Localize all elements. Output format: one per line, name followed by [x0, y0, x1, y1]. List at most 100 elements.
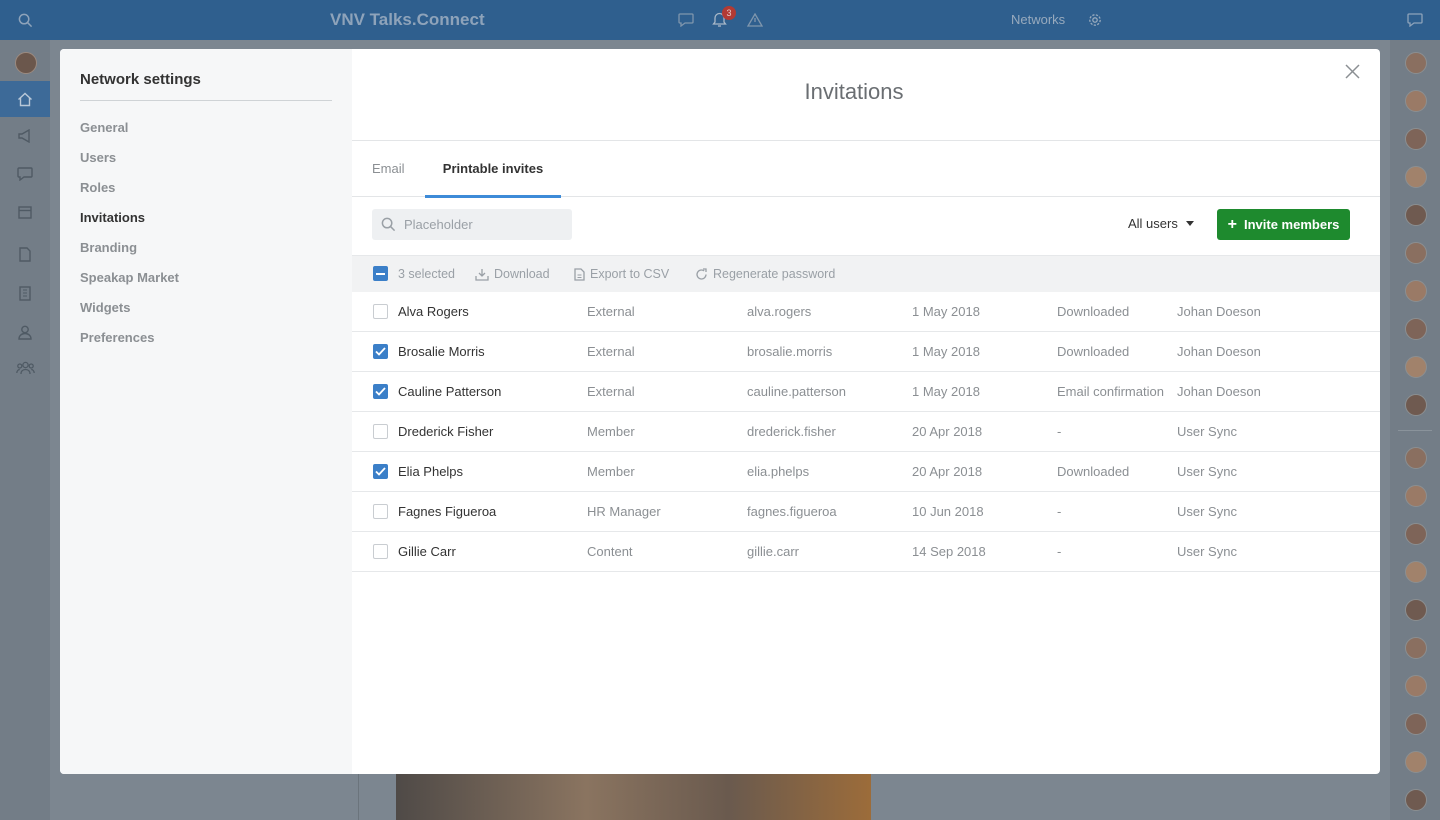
sidebar-item-widgets[interactable]: Widgets: [80, 299, 179, 329]
contact-avatar[interactable]: [1405, 52, 1427, 74]
cell-invited-by: User Sync: [1177, 544, 1237, 559]
contact-avatar[interactable]: [1405, 523, 1427, 545]
row-checkbox[interactable]: [373, 424, 388, 439]
tab-printable-invites[interactable]: Printable invites: [425, 141, 561, 198]
sidebar-item-general[interactable]: General: [80, 119, 179, 149]
row-checkbox[interactable]: [373, 504, 388, 519]
alerts-button[interactable]: [746, 11, 764, 29]
contact-avatar[interactable]: [1405, 356, 1427, 378]
contact-avatar[interactable]: [1405, 713, 1427, 735]
row-checkbox[interactable]: [373, 384, 388, 399]
table-row[interactable]: Drederick Fisher Member drederick.fisher…: [352, 412, 1380, 452]
contact-avatar[interactable]: [1405, 485, 1427, 507]
rail-documents[interactable]: [0, 236, 50, 272]
sidebar-item-invitations[interactable]: Invitations: [80, 209, 179, 239]
file-icon: [574, 267, 585, 281]
contact-avatar[interactable]: [1405, 242, 1427, 264]
page-title: Invitations: [804, 79, 904, 104]
contact-avatar[interactable]: [1405, 447, 1427, 469]
settings-content: Invitations Email Printable invites All …: [352, 49, 1380, 774]
contact-avatar[interactable]: [1405, 166, 1427, 188]
table-row[interactable]: Cauline Patterson External cauline.patte…: [352, 372, 1380, 412]
sidebar-item-speakap-market[interactable]: Speakap Market: [80, 269, 179, 299]
feed-column-divider: [358, 774, 359, 820]
rail-profile[interactable]: [0, 314, 50, 350]
user-filter-dropdown[interactable]: All users: [1128, 216, 1194, 231]
cell-username: brosalie.morris: [747, 344, 833, 359]
left-navigation-rail: [0, 40, 50, 820]
networks-link[interactable]: Networks: [1011, 12, 1065, 27]
row-checkbox[interactable]: [373, 544, 388, 559]
cell-username: alva.rogers: [747, 304, 812, 319]
table-row[interactable]: Brosalie Morris External brosalie.morris…: [352, 332, 1380, 372]
download-button[interactable]: Download: [475, 267, 550, 281]
cell-invited-by: Johan Doeson: [1177, 304, 1261, 319]
tab-email[interactable]: Email: [372, 141, 405, 196]
row-checkbox[interactable]: [373, 344, 388, 359]
cell-date: 1 May 2018: [912, 344, 980, 359]
contact-avatar[interactable]: [1405, 789, 1427, 811]
rail-announcements[interactable]: [0, 118, 50, 154]
app-title: VNV Talks.Connect: [330, 10, 485, 29]
settings-nav: General Users Roles Invitations Branding…: [80, 119, 179, 359]
table-row[interactable]: Fagnes Figueroa HR Manager fagnes.figuer…: [352, 492, 1380, 532]
megaphone-icon: [18, 129, 30, 143]
invitations-table: Alva Rogers External alva.rogers 1 May 2…: [352, 292, 1380, 572]
contact-avatar[interactable]: [1405, 561, 1427, 583]
rail-calendar[interactable]: [0, 194, 50, 230]
network-settings-modal: Network settings General Users Roles Inv…: [60, 49, 1380, 774]
contacts-divider: [1398, 430, 1432, 431]
export-csv-label: Export to CSV: [590, 267, 670, 281]
cell-username: drederick.fisher: [747, 424, 836, 439]
contact-avatar[interactable]: [1405, 751, 1427, 773]
cell-date: 10 Jun 2018: [912, 504, 984, 519]
export-csv-button[interactable]: Export to CSV: [574, 267, 669, 281]
rail-chat[interactable]: [0, 156, 50, 192]
contact-avatar[interactable]: [1405, 637, 1427, 659]
contact-avatar[interactable]: [1405, 90, 1427, 112]
rail-directory[interactable]: [0, 275, 50, 311]
messages-button[interactable]: [677, 11, 695, 29]
download-label: Download: [494, 267, 550, 281]
cell-status: Downloaded: [1057, 464, 1130, 479]
regenerate-password-button[interactable]: Regenerate password: [695, 267, 835, 281]
check-icon: [375, 387, 386, 396]
sidebar-item-roles[interactable]: Roles: [80, 179, 179, 209]
contact-avatar[interactable]: [1405, 599, 1427, 621]
table-row[interactable]: Gillie Carr Content gillie.carr 14 Sep 2…: [352, 532, 1380, 572]
cell-date: 20 Apr 2018: [912, 424, 983, 439]
toolbar: All users + Invite members: [352, 197, 1380, 255]
sidebar-item-branding[interactable]: Branding: [80, 239, 179, 269]
cell-username: fagnes.figueroa: [747, 504, 837, 519]
contact-avatar[interactable]: [1405, 675, 1427, 697]
sidebar-item-users[interactable]: Users: [80, 149, 179, 179]
table-row[interactable]: Elia Phelps Member elia.phelps 20 Apr 20…: [352, 452, 1380, 492]
contact-avatar[interactable]: [1405, 318, 1427, 340]
select-all-checkbox[interactable]: [373, 266, 388, 281]
global-search-button[interactable]: [0, 0, 50, 40]
search-input[interactable]: [404, 209, 564, 240]
row-checkbox[interactable]: [373, 304, 388, 319]
cell-name: Gillie Carr: [398, 544, 456, 559]
contact-avatar[interactable]: [1405, 280, 1427, 302]
bulk-actions-bar: 3 selected Download Export to CSV Regene…: [352, 255, 1380, 292]
contact-avatar[interactable]: [1405, 128, 1427, 150]
row-checkbox[interactable]: [373, 464, 388, 479]
cell-role: External: [587, 344, 635, 359]
contact-avatar[interactable]: [1405, 204, 1427, 226]
table-row[interactable]: Alva Rogers External alva.rogers 1 May 2…: [352, 292, 1380, 332]
cell-invited-by: Johan Doeson: [1177, 384, 1261, 399]
chat-panel-button[interactable]: [1390, 0, 1440, 40]
rail-groups[interactable]: [0, 350, 50, 386]
cell-role: External: [587, 384, 635, 399]
close-button[interactable]: [1342, 61, 1362, 81]
cell-invited-by: User Sync: [1177, 424, 1237, 439]
settings-button[interactable]: [1086, 11, 1104, 29]
search-icon: [18, 13, 32, 27]
sidebar-item-preferences[interactable]: Preferences: [80, 329, 179, 359]
contact-avatar[interactable]: [1405, 394, 1427, 416]
cell-role: HR Manager: [587, 504, 661, 519]
invite-members-button[interactable]: + Invite members: [1217, 209, 1350, 240]
rail-home[interactable]: [0, 81, 50, 117]
avatar[interactable]: [15, 52, 37, 74]
